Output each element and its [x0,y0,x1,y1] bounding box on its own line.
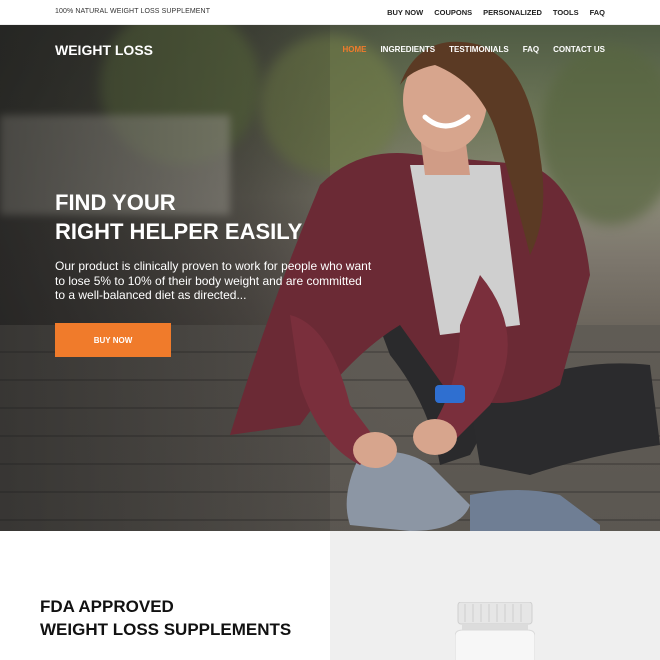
top-utility-bar: 100% NATURAL WEIGHT LOSS SUPPLEMENT BUY … [0,0,660,25]
hero-section: WEIGHT LOSS HOME INGREDIENTS TESTIMONIAL… [0,25,660,531]
hero-headline-line: FIND YOUR [55,190,176,215]
hero-headline: FIND YOUR RIGHT HELPER EASILY [55,188,335,246]
utility-link-buy-now[interactable]: BUY NOW [387,8,423,17]
nav-item-contact-us[interactable]: CONTACT US [553,45,605,54]
site-logo[interactable]: WEIGHT LOSS [55,42,153,58]
nav-item-home[interactable]: HOME [342,45,366,54]
nav-item-faq[interactable]: FAQ [523,45,539,54]
utility-links: BUY NOW COUPONS PERSONALIZED TOOLS FAQ [387,8,605,17]
utility-link-tools[interactable]: TOOLS [553,8,579,17]
tagline: 100% NATURAL WEIGHT LOSS SUPPLEMENT [55,8,211,15]
hero-description: Our product is clinically proven to work… [55,259,372,302]
section-title-line: FDA APPROVED [40,597,174,616]
main-navigation: WEIGHT LOSS HOME INGREDIENTS TESTIMONIAL… [55,42,605,62]
utility-link-personalized[interactable]: PERSONALIZED [483,8,542,17]
fda-section: FDA APPROVED WEIGHT LOSS SUPPLEMENTS [0,531,660,660]
utility-link-coupons[interactable]: COUPONS [434,8,472,17]
supplement-bottle-image [455,602,535,660]
section-title: FDA APPROVED WEIGHT LOSS SUPPLEMENTS [40,595,320,641]
nav-item-testimonials[interactable]: TESTIMONIALS [449,45,509,54]
hero-headline-line: RIGHT HELPER EASILY [55,219,303,244]
utility-link-faq[interactable]: FAQ [590,8,605,17]
section-title-line: WEIGHT LOSS SUPPLEMENTS [40,620,292,639]
buy-now-button[interactable]: BUY NOW [55,323,171,357]
nav-menu: HOME INGREDIENTS TESTIMONIALS FAQ CONTAC… [342,45,605,54]
nav-item-ingredients[interactable]: INGREDIENTS [380,45,435,54]
